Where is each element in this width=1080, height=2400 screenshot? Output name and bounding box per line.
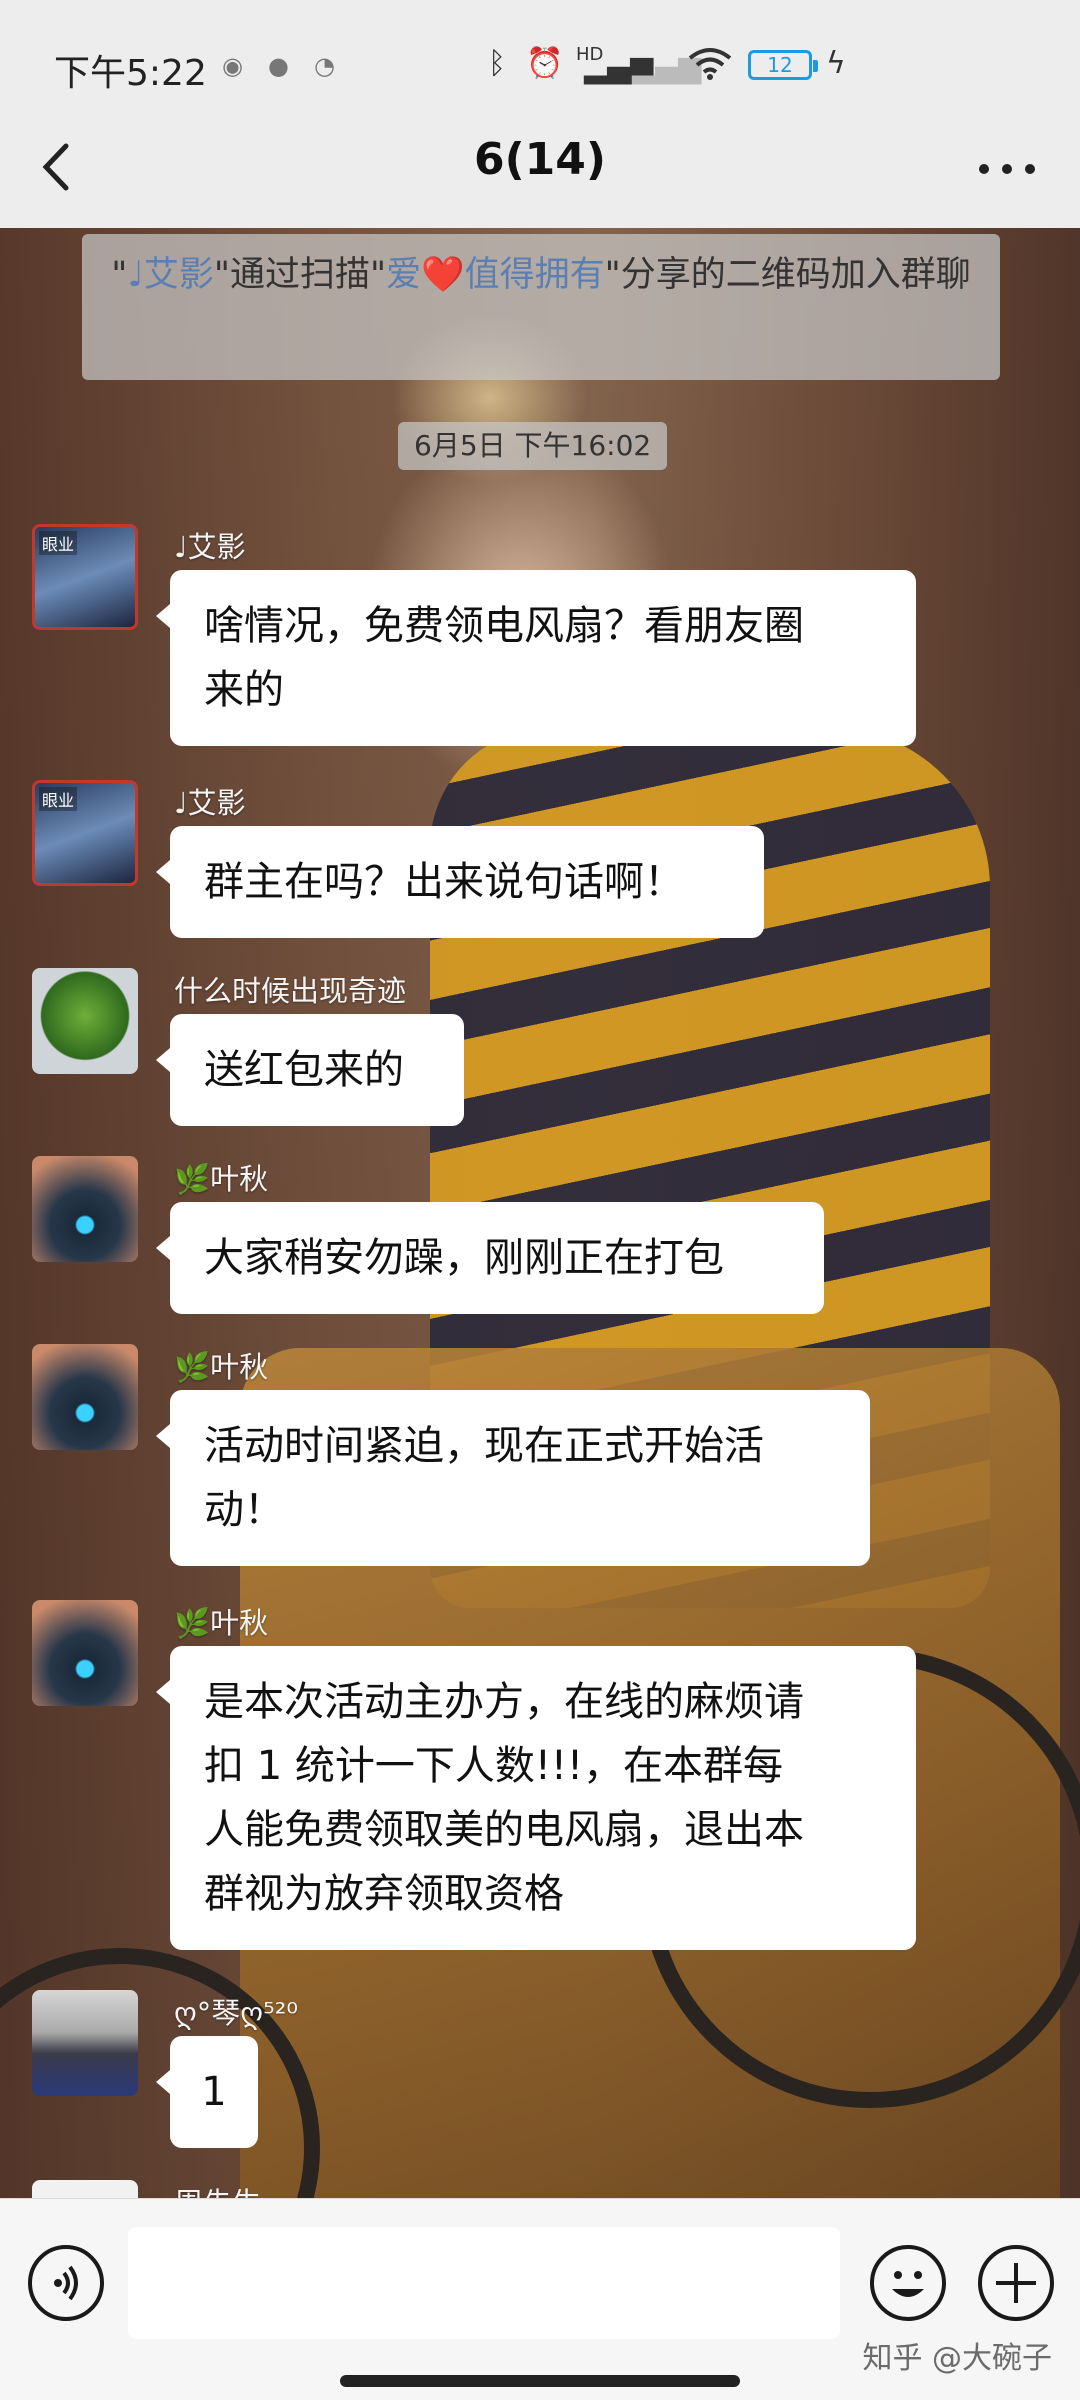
emoji-button[interactable] xyxy=(870,2245,946,2321)
avatar[interactable]: 眼业 xyxy=(32,524,138,630)
add-button[interactable] xyxy=(978,2245,1054,2321)
charging-icon: ϟ xyxy=(826,46,846,81)
chat-header: 6(14) xyxy=(0,110,1080,228)
voice-icon xyxy=(54,2265,78,2301)
avatar[interactable] xyxy=(32,1990,138,2096)
sender-name: 什么时候出现奇迹 xyxy=(174,974,407,1008)
message-input[interactable] xyxy=(128,2227,840,2339)
sender-name: ღ°琴ღ⁵²⁰ xyxy=(174,1996,298,2030)
bluetooth-icon: ᛒ xyxy=(488,46,506,81)
notification-icon: ◔ xyxy=(314,52,335,80)
status-bar: 下午5:22 ◉ ● ◔ ᛒ ⏰ HD ▂▄▆ ▂▄▆ 12 ϟ xyxy=(0,0,1080,128)
message-bubble[interactable]: 是本次活动主办方，在线的麻烦请 扣 1 统计一下人数!!!，在本群每 人能免费领… xyxy=(156,1646,916,1950)
plus-icon xyxy=(996,2263,1036,2303)
message-timestamp: 6月5日 下午16:02 xyxy=(398,422,668,470)
watermark: 知乎 @大碗子 xyxy=(862,2341,1052,2376)
avatar[interactable] xyxy=(32,968,138,1074)
smiley-icon xyxy=(892,2271,924,2297)
more-button[interactable] xyxy=(972,134,1042,204)
message-bubble[interactable]: 活动时间紧迫，现在正式开始活 动！ xyxy=(156,1390,870,1566)
avatar[interactable] xyxy=(32,2180,138,2198)
avatar[interactable] xyxy=(32,1156,138,1262)
chat-title: 6(14) xyxy=(473,134,607,185)
message-bubble[interactable]: 群主在吗？出来说句话啊！ xyxy=(156,826,764,938)
avatar[interactable] xyxy=(32,1600,138,1706)
notification-icon: ◉ xyxy=(222,52,243,80)
home-indicator[interactable] xyxy=(340,2375,740,2387)
input-bar: 知乎 @大碗子 xyxy=(0,2198,1080,2400)
sender-name: 🌿叶秋 xyxy=(174,1350,269,1384)
more-dots-icon xyxy=(979,164,1035,174)
status-time: 下午5:22 xyxy=(54,53,207,94)
avatar[interactable] xyxy=(32,1344,138,1450)
notification-icon: ● xyxy=(268,52,289,80)
sender-name: ♩艾影 xyxy=(174,786,246,820)
sharer-name[interactable]: 爱❤️值得拥有 xyxy=(386,255,605,295)
chat-area[interactable]: "♩艾影"通过扫描"爱❤️值得拥有"分享的二维码加入群聊 6月5日 下午16:0… xyxy=(0,228,1080,2198)
sender-name: ♩艾影 xyxy=(174,530,246,564)
wifi-icon xyxy=(688,46,732,88)
message-bubble[interactable]: 大家稍安勿躁，刚刚正在打包 xyxy=(156,1202,824,1314)
alarm-icon: ⏰ xyxy=(526,46,564,81)
sender-name: 周先生 xyxy=(174,2180,261,2198)
message-bubble[interactable]: 1 xyxy=(156,2036,258,2148)
battery-icon: 12 xyxy=(748,50,818,80)
message-bubble[interactable]: 啥情况，免费领电风扇？看朋友圈 来的 xyxy=(156,570,916,746)
voice-button[interactable] xyxy=(28,2245,104,2321)
sender-name: 🌿叶秋 xyxy=(174,1606,269,1640)
inviter-name[interactable]: ♩艾影 xyxy=(127,255,214,295)
system-message: "♩艾影"通过扫描"爱❤️值得拥有"分享的二维码加入群聊 xyxy=(82,234,1000,380)
avatar[interactable]: 眼业 xyxy=(32,780,138,886)
message-bubble[interactable]: 送红包来的 xyxy=(156,1014,464,1126)
sender-name: 🌿叶秋 xyxy=(174,1162,269,1196)
